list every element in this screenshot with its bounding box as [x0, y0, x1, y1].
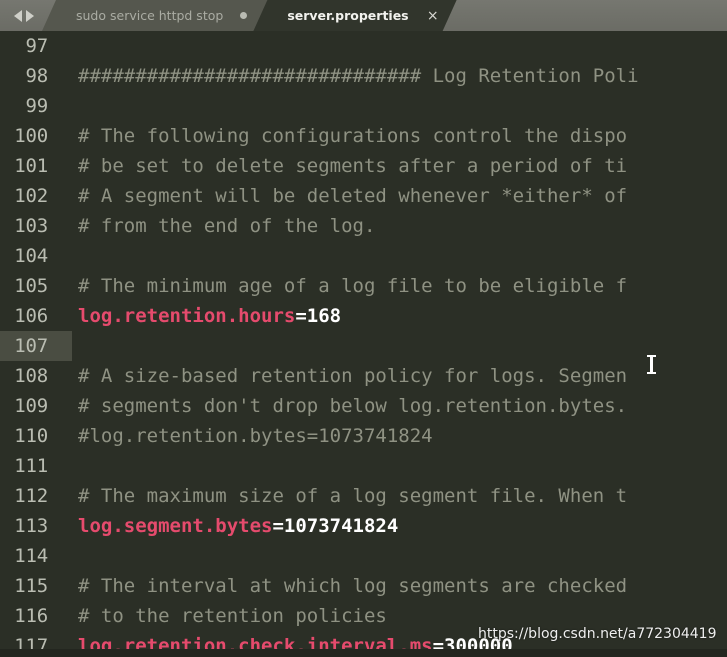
- line-number: 102: [14, 185, 48, 207]
- code-line[interactable]: 103 # from the end of the log.: [0, 211, 727, 241]
- code-line[interactable]: 102 # A segment will be deleted whenever …: [0, 181, 727, 211]
- code-line[interactable]: 116 # to the retention policies: [0, 601, 727, 631]
- line-number: 106: [14, 305, 48, 327]
- code-line[interactable]: 110 #log.retention.bytes=1073741824: [0, 421, 727, 451]
- code-line[interactable]: 109 # segments don't drop below log.reten…: [0, 391, 727, 421]
- code-comment: # The minimum age of a log file to be el…: [78, 275, 628, 297]
- tab-bar: sudo service httpd stop server.propertie…: [0, 0, 727, 31]
- editor-window: sudo service httpd stop server.propertie…: [0, 0, 727, 657]
- code-line-text[interactable]: log.segment.bytes=1073741824: [56, 511, 727, 541]
- line-number: 99: [25, 95, 49, 117]
- code-comment: ############################## Log Reten…: [78, 65, 639, 87]
- code-comment: # The interval at which log segments are…: [78, 575, 628, 597]
- line-number: 104: [14, 245, 48, 267]
- code-line-text[interactable]: # The following configurations control t…: [56, 121, 727, 151]
- line-number: 114: [14, 545, 48, 567]
- tab-server-properties[interactable]: server.properties ×: [253, 0, 456, 31]
- tab-bar-empty-area: [457, 0, 727, 31]
- code-line-text[interactable]: # A segment will be deleted whenever *ei…: [56, 181, 727, 211]
- code-line-text[interactable]: # The interval at which log segments are…: [56, 571, 727, 601]
- code-line[interactable]: 98 ############################## Log Ret…: [0, 61, 727, 91]
- modified-dot-icon[interactable]: [240, 12, 247, 19]
- code-line-text[interactable]: # to the retention policies: [56, 601, 727, 631]
- line-number: 108: [14, 365, 48, 387]
- line-number: 113: [14, 515, 48, 537]
- code-line-text[interactable]: log.retention.hours=168: [56, 301, 727, 331]
- property-key: log.retention.hours: [78, 305, 296, 327]
- code-comment: # A size-based retention policy for logs…: [78, 365, 628, 387]
- code-line-text[interactable]: #log.retention.bytes=1073741824: [56, 421, 727, 451]
- code-comment: # The following configurations control t…: [78, 125, 628, 147]
- tab-label: sudo service httpd stop: [76, 8, 224, 23]
- line-number: 101: [14, 155, 48, 177]
- tab-label: server.properties: [287, 8, 409, 23]
- code-line[interactable]: 107: [0, 331, 727, 361]
- code-line-text[interactable]: # A size-based retention policy for logs…: [56, 361, 727, 391]
- line-number: 98: [25, 65, 49, 87]
- tab-sudo-service-httpd-stop[interactable]: sudo service httpd stop: [42, 0, 267, 31]
- code-line[interactable]: 113 log.segment.bytes=1073741824: [0, 511, 727, 541]
- line-number: 103: [14, 215, 48, 237]
- line-number: 116: [14, 605, 48, 627]
- code-line-text[interactable]: ############################## Log Reten…: [56, 61, 727, 91]
- code-line[interactable]: 112 # The maximum size of a log segment f…: [0, 481, 727, 511]
- code-line[interactable]: 100 # The following configurations contro…: [0, 121, 727, 151]
- line-number: 105: [14, 275, 48, 297]
- code-comment: # The maximum size of a log segment file…: [78, 485, 628, 507]
- code-line-text[interactable]: # from the end of the log.: [56, 211, 727, 241]
- code-line[interactable]: 111: [0, 451, 727, 481]
- code-line[interactable]: 99: [0, 91, 727, 121]
- code-comment: #log.retention.bytes=1073741824: [78, 425, 433, 447]
- line-number: 111: [14, 455, 48, 477]
- code-line-text[interactable]: # The minimum age of a log file to be el…: [56, 271, 727, 301]
- line-number: 109: [14, 395, 48, 417]
- property-value: =168: [295, 305, 342, 327]
- code-line[interactable]: 105 # The minimum age of a log file to be…: [0, 271, 727, 301]
- code-line[interactable]: 106 log.retention.hours=168: [0, 301, 727, 331]
- line-number: 100: [14, 125, 48, 147]
- code-line[interactable]: 97: [0, 31, 727, 61]
- line-number: 110: [14, 425, 48, 447]
- line-number: 107: [0, 331, 72, 361]
- code-line[interactable]: 104: [0, 241, 727, 271]
- line-number: 115: [14, 575, 48, 597]
- code-line[interactable]: 108 # A size-based retention policy for l…: [0, 361, 727, 391]
- code-line[interactable]: 115 # The interval at which log segments …: [0, 571, 727, 601]
- code-line-text[interactable]: # be set to delete segments after a peri…: [56, 151, 727, 181]
- code-line-text[interactable]: # The maximum size of a log segment file…: [56, 481, 727, 511]
- property-key: log.segment.bytes: [78, 515, 273, 537]
- line-number: 112: [14, 485, 48, 507]
- nav-forward-icon[interactable]: [26, 9, 34, 22]
- code-comment: # be set to delete segments after a peri…: [78, 155, 628, 177]
- code-line[interactable]: 114: [0, 541, 727, 571]
- tab-nav-arrows[interactable]: [0, 0, 48, 31]
- code-editor[interactable]: 97 98 ############################## Log R…: [0, 31, 727, 657]
- code-comment: # A segment will be deleted whenever *ei…: [78, 185, 628, 207]
- window-bottom-edge: [0, 649, 727, 657]
- property-value: =1073741824: [272, 515, 399, 537]
- code-comment: # to the retention policies: [78, 605, 387, 627]
- line-number: 97: [25, 35, 49, 57]
- close-icon[interactable]: ×: [427, 9, 439, 23]
- code-line-text[interactable]: # segments don't drop below log.retentio…: [56, 391, 727, 421]
- code-comment: # from the end of the log.: [78, 215, 376, 237]
- code-line[interactable]: 101 # be set to delete segments after a p…: [0, 151, 727, 181]
- code-comment: # segments don't drop below log.retentio…: [78, 395, 628, 417]
- nav-back-icon[interactable]: [14, 9, 22, 22]
